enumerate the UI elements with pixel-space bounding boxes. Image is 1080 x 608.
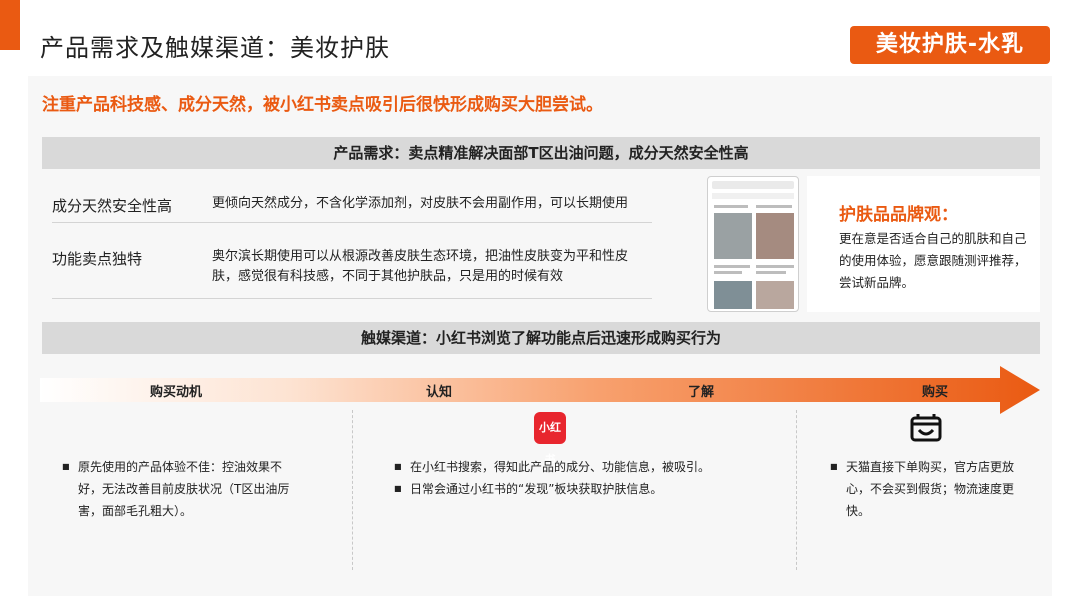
need-label-natural: 成分天然安全性高	[52, 197, 173, 215]
awareness-bullet: 日常会通过小红书的“发现”板块获取护肤信息。	[394, 478, 774, 500]
awareness-bullet: 在小红书搜索，得知此产品的成分、功能信息，被吸引。	[394, 456, 774, 478]
corner-accent	[0, 0, 20, 50]
stage-purchase: 购买	[922, 385, 949, 400]
stage-awareness: 认知	[426, 385, 453, 400]
category-tag: 美妆护肤-水乳	[850, 26, 1050, 64]
need-divider	[52, 298, 652, 299]
page-title: 产品需求及触媒渠道：美妆护肤	[40, 34, 390, 62]
stage-motivation: 购买动机	[150, 385, 203, 400]
xiaohongshu-screenshot	[707, 176, 799, 312]
column-separator	[796, 410, 797, 570]
motivation-bullet: 原先使用的产品体验不佳：控油效果不好，无法改善目前皮肤状况（T区出油厉害，面部毛…	[62, 456, 302, 522]
brand-view-text: 更在意是否适合自己的肌肤和自己的使用体验，愿意跟随测评推荐，尝试新品牌。	[839, 231, 1027, 290]
brand-view-card: 护肤品品牌观： 更在意是否适合自己的肌肤和自己的使用体验，愿意跟随测评推荐，尝试…	[807, 176, 1040, 312]
need-text-natural: 更倾向天然成分，不含化学添加剂，对皮肤不会用副作用，可以长期使用	[212, 196, 629, 211]
xiaohongshu-logo-icon: 小红书	[534, 412, 566, 466]
need-divider	[52, 222, 652, 223]
brand-view-title: 护肤品品牌观：	[839, 205, 958, 225]
channel-bar: 触媒渠道：小红书浏览了解功能点后迅速形成购买行为	[42, 322, 1040, 354]
stage-understanding: 了解	[688, 385, 715, 400]
product-needs-bar: 产品需求：卖点精准解决面部T区出油问题，成分天然安全性高	[42, 137, 1040, 169]
summary-subtitle: 注重产品科技感、成分天然，被小红书卖点吸引后很快形成购买大胆尝试。	[42, 95, 603, 115]
column-separator	[352, 410, 353, 570]
purchase-bullet: 天猫直接下单购买，官方店更放心，不会买到假货；物流速度更快。	[830, 456, 1016, 522]
shopping-bag-icon	[910, 414, 942, 442]
need-text-function: 奥尔滨长期使用可以从根源改善皮肤生态环境，把油性皮肤变为平和性皮肤，感觉很有科技…	[212, 249, 629, 284]
need-label-function: 功能卖点独特	[52, 250, 143, 268]
